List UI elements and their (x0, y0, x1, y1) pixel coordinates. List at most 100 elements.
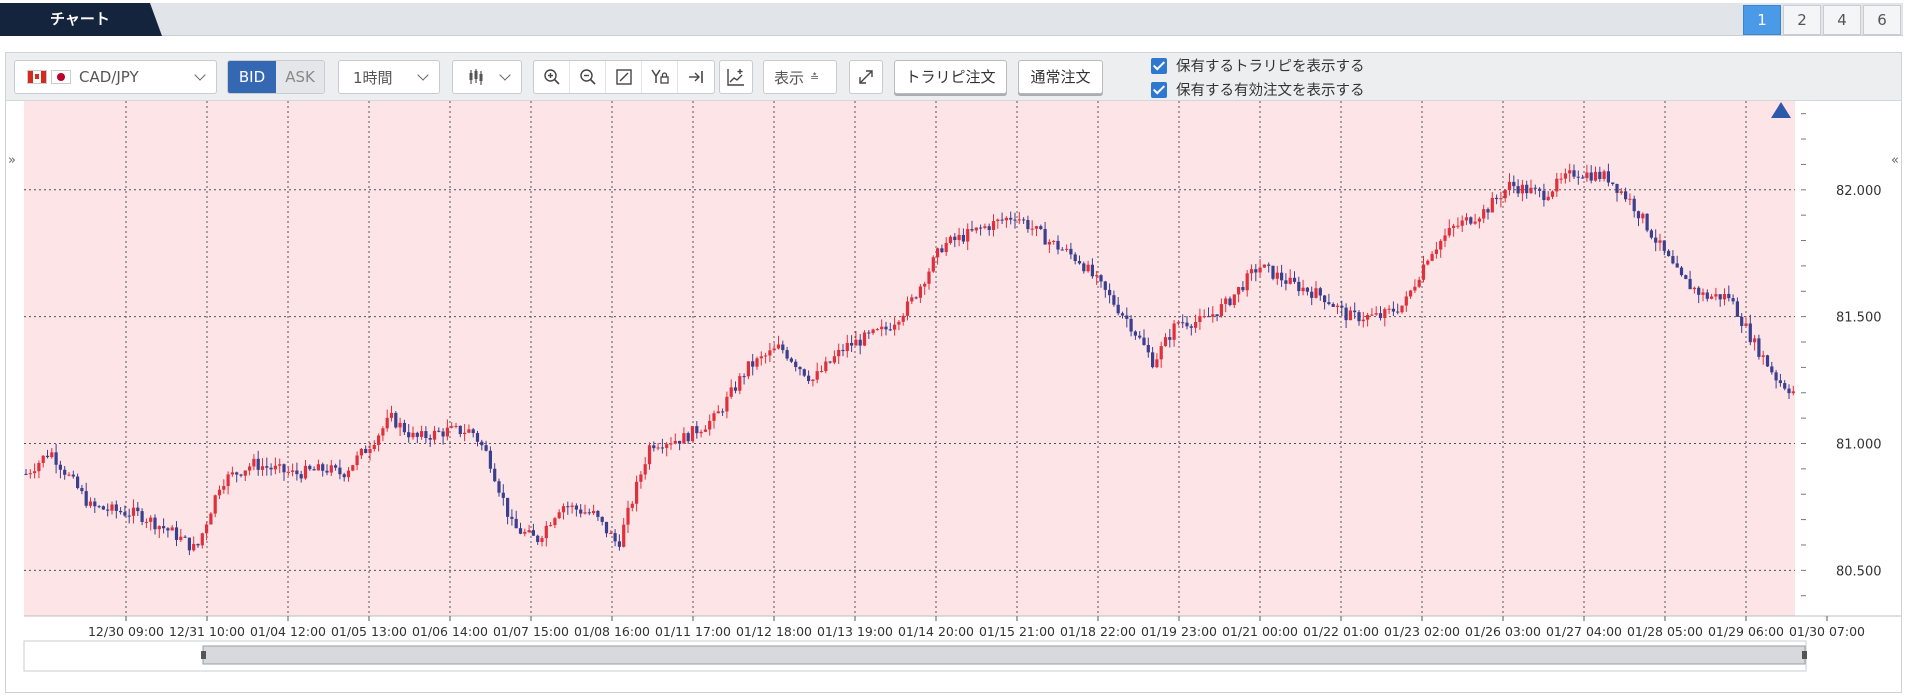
candle-body (1378, 313, 1383, 319)
candle-body (944, 242, 948, 253)
candle-body (217, 489, 222, 496)
candle-body (1783, 383, 1787, 389)
expand-button[interactable] (849, 60, 883, 94)
show-trarepi-checkbox[interactable] (1151, 57, 1167, 74)
candle-body (1662, 240, 1666, 251)
candle-body (1009, 217, 1013, 220)
add-indicator-button[interactable] (719, 60, 753, 94)
currency-pair-label: CAD/JPY (79, 68, 139, 86)
candle-body (1503, 190, 1507, 199)
candle-body (1047, 241, 1051, 245)
candle-body (1598, 171, 1602, 179)
candle-body (1697, 287, 1701, 295)
chart-area[interactable]: 82.000 81.500 81.000 80.500 12/30 09:00 12/3… (6, 101, 1907, 692)
collapse-left-icon[interactable]: » (8, 153, 16, 168)
candle-body (101, 506, 105, 510)
normal-order-button[interactable]: 通常注文 (1018, 60, 1103, 94)
candle-body (1030, 228, 1034, 230)
chart-type-select[interactable] (452, 60, 522, 94)
candle-body (510, 516, 514, 519)
candle-body (394, 412, 398, 428)
time-tick-label: 01/13 19:00 (817, 624, 893, 639)
scrollbar-handle-left[interactable] (201, 651, 206, 659)
time-tick-label: 01/27 04:00 (1546, 624, 1622, 639)
y-axis-lock-icon (650, 69, 669, 84)
candle-body (407, 432, 411, 438)
candle-body (166, 528, 170, 531)
candle-body (1245, 273, 1249, 291)
candle-body (1606, 171, 1610, 183)
display-menu-button[interactable]: 表示 ≛ (763, 60, 837, 94)
collapse-right-icon[interactable]: « (1891, 153, 1899, 168)
candle-body (798, 367, 802, 370)
candle-body (346, 470, 351, 478)
time-range-scrollbar[interactable] (23, 640, 1807, 672)
chevron-down-icon (194, 69, 206, 81)
time-tick-label: 01/30 07:00 (1789, 624, 1865, 639)
candle-body (1624, 191, 1628, 200)
layout-tab-1[interactable]: 1 (1743, 5, 1781, 35)
candle-body (518, 528, 523, 534)
candle-body (458, 425, 462, 435)
candle-body (703, 429, 707, 432)
candle-body (1069, 248, 1073, 255)
candle-body (1688, 278, 1692, 290)
candle-body (377, 435, 381, 445)
candle-body (544, 525, 548, 539)
candle-body (794, 361, 798, 368)
candle-body (76, 476, 80, 489)
candle-body (1151, 352, 1155, 368)
candle-body (832, 356, 836, 363)
candle-body (1335, 305, 1340, 307)
layout-tab-2[interactable]: 2 (1783, 5, 1821, 35)
plot-background (24, 101, 1795, 616)
candle-body (1555, 178, 1559, 192)
scrollbar-thumb[interactable] (202, 645, 1806, 665)
candle-body (1353, 310, 1357, 313)
layout-tab-6[interactable]: 6 (1863, 5, 1901, 35)
ask-button[interactable]: ASK (276, 61, 324, 93)
candle-body (854, 339, 858, 346)
candle-body (1602, 171, 1606, 179)
candle-body (1331, 304, 1335, 307)
candle-body (712, 413, 716, 421)
candle-body (269, 467, 273, 470)
candle-body (570, 505, 574, 507)
price-chart[interactable]: 82.00081.50081.00080.500 12/30 09:00 12/3… (6, 101, 1907, 692)
candle-body (1366, 314, 1370, 320)
time-tick-label: 01/11 17:00 (655, 624, 731, 639)
candle-body (123, 512, 127, 516)
candle-body (549, 525, 553, 527)
currency-pair-select[interactable]: CAD/JPY (14, 60, 217, 94)
trarepi-order-button[interactable]: トラリピ注文 (894, 60, 1007, 94)
candle-body (1297, 281, 1301, 292)
y-axis-lock-button[interactable] (642, 61, 678, 93)
candle-body (149, 517, 153, 522)
zoom-in-button[interactable] (534, 61, 570, 93)
candle-body (716, 411, 720, 414)
candle-body (957, 234, 961, 241)
bid-button[interactable]: BID (228, 61, 276, 93)
candle-body (1052, 240, 1056, 242)
candle-body (1452, 225, 1456, 228)
candle-body (1099, 275, 1103, 282)
scroll-end-button[interactable] (678, 61, 714, 93)
candle-body (828, 361, 832, 363)
candle-body (673, 440, 677, 444)
candle-body (1727, 293, 1731, 299)
layout-tab-4[interactable]: 4 (1823, 5, 1861, 35)
candle-body (1791, 391, 1795, 394)
fit-button[interactable] (606, 61, 642, 93)
candle-body (1086, 264, 1090, 272)
candle-body (1731, 298, 1735, 302)
candle-body (764, 355, 768, 357)
expand-icon (859, 70, 873, 84)
show-orders-checkbox[interactable] (1151, 81, 1167, 98)
candle-body (690, 426, 695, 442)
scrollbar-handle-right[interactable] (1802, 651, 1807, 659)
interval-select[interactable]: 1時間 (338, 60, 440, 94)
zoom-out-button[interactable] (570, 61, 606, 93)
candle-body (420, 431, 424, 437)
candle-body (471, 429, 475, 434)
candle-body (1593, 171, 1598, 181)
